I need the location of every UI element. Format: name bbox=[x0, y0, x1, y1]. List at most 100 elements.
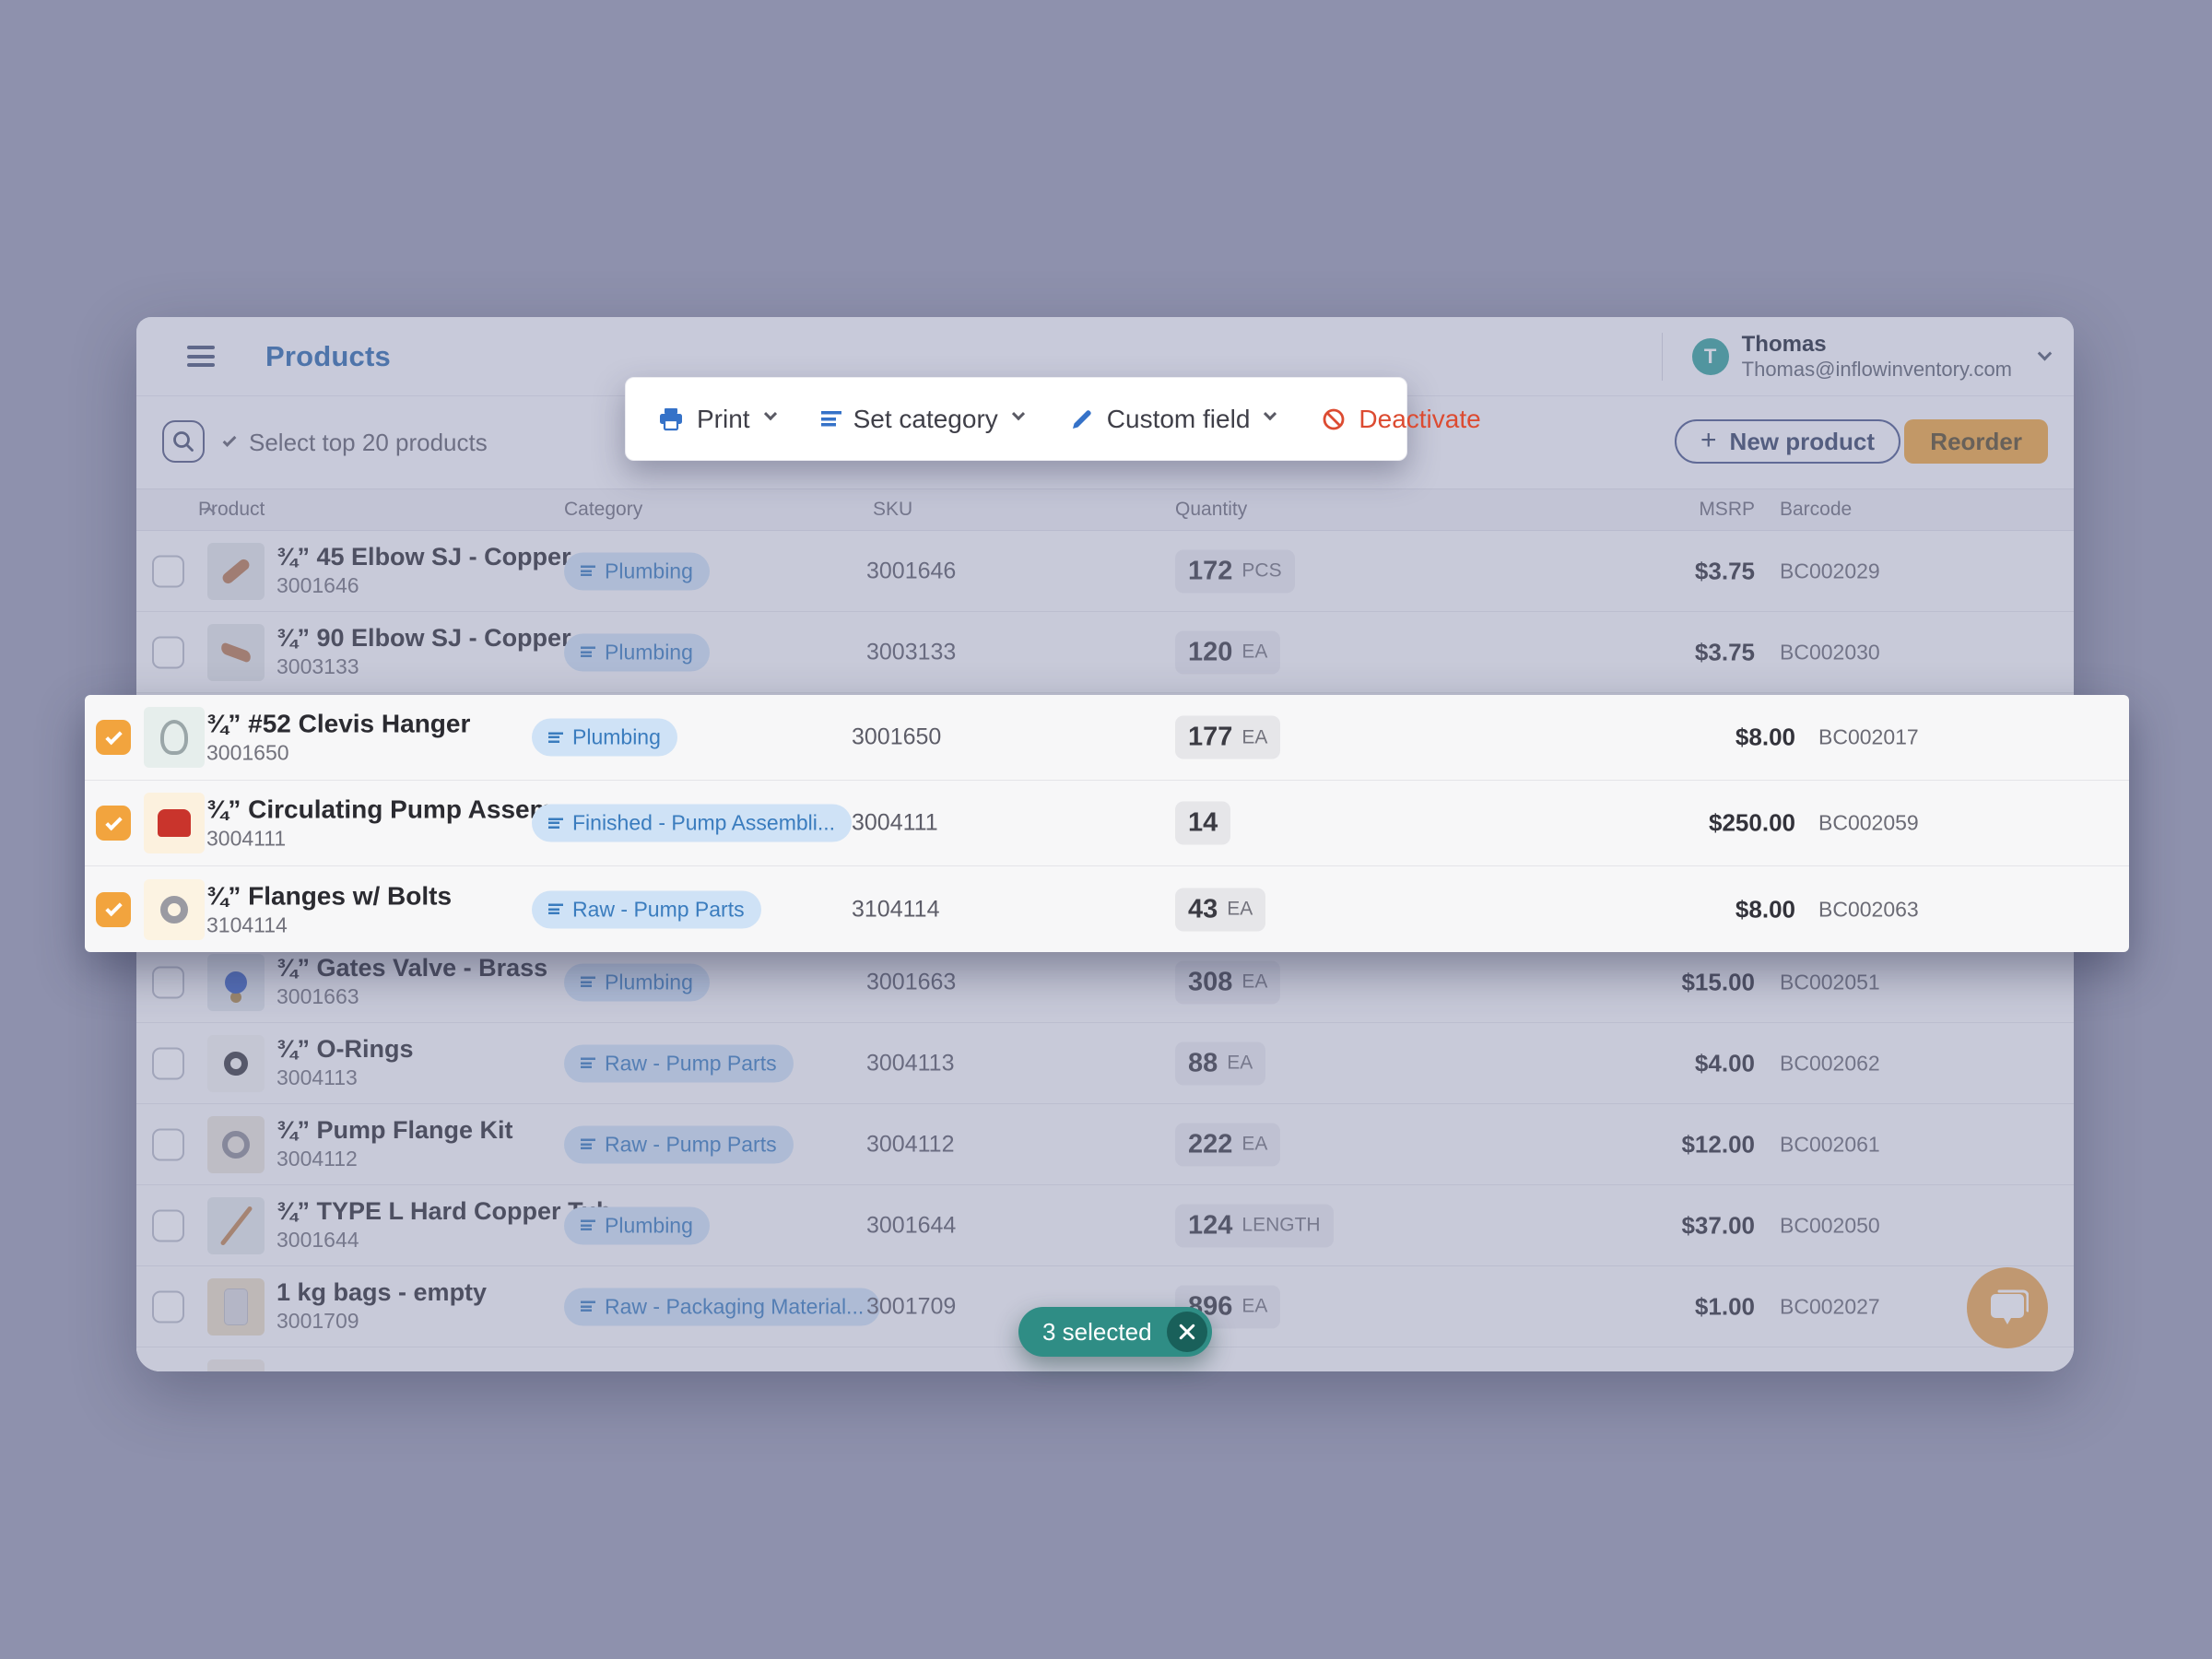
product-image bbox=[207, 543, 265, 600]
category-chip[interactable]: Finished - Pump Assembli... bbox=[532, 805, 852, 842]
row-checkbox-checked[interactable] bbox=[96, 892, 131, 927]
product-image bbox=[207, 1359, 265, 1372]
check-icon bbox=[223, 433, 237, 447]
menu-icon[interactable] bbox=[187, 346, 215, 368]
chat-icon bbox=[1986, 1288, 2029, 1328]
quantity-badge: 14 bbox=[1175, 802, 1230, 845]
table-row[interactable]: ¾” Gates Valve - Brass3001663 Plumbing 3… bbox=[136, 942, 2074, 1023]
chevron-down-icon bbox=[1012, 407, 1025, 420]
table-header: Product Category SKU Quantity MSRP Barco… bbox=[136, 488, 2074, 531]
category-chip[interactable]: Raw - Pump Parts bbox=[564, 1125, 794, 1163]
selected-row[interactable]: ¾” Circulating Pump Assem...3004111 Fini… bbox=[85, 781, 2129, 866]
column-sku[interactable]: SKU bbox=[873, 499, 912, 521]
chevron-down-icon bbox=[764, 407, 777, 420]
row-checkbox[interactable] bbox=[152, 636, 184, 668]
product-image bbox=[207, 1197, 265, 1254]
header-divider bbox=[1662, 333, 1663, 381]
quantity-badge: 222EA bbox=[1175, 1123, 1280, 1166]
row-checkbox-checked[interactable] bbox=[96, 720, 131, 755]
category-icon bbox=[581, 1220, 595, 1231]
table-row[interactable]: ¾” Pump Flange Kit3004112 Raw - Pump Par… bbox=[136, 1104, 2074, 1185]
check-icon bbox=[105, 813, 122, 830]
select-top-hint[interactable]: Select top 20 products bbox=[223, 396, 488, 488]
plus-icon: + bbox=[1700, 427, 1717, 454]
category-chip[interactable]: Plumbing bbox=[532, 719, 677, 757]
table-row[interactable]: ¾” 90 Elbow SJ - Copper3003133 Plumbing … bbox=[136, 612, 2074, 693]
category-icon bbox=[548, 904, 563, 915]
row-checkbox[interactable] bbox=[152, 1290, 184, 1323]
new-product-button[interactable]: + New product bbox=[1675, 419, 1900, 464]
selected-row[interactable]: ¾” #52 Clevis Hanger3001650 Plumbing 300… bbox=[85, 695, 2129, 781]
printer-icon bbox=[657, 406, 685, 433]
category-icon bbox=[581, 566, 595, 577]
category-icon bbox=[548, 732, 563, 743]
selected-row[interactable]: ¾” Flanges w/ Bolts3104114 Raw - Pump Pa… bbox=[85, 866, 2129, 952]
category-chip[interactable]: Raw - Packaging Material... bbox=[564, 1288, 880, 1325]
chat-button[interactable] bbox=[1967, 1267, 2048, 1348]
category-chip[interactable]: Plumbing bbox=[564, 552, 710, 590]
row-checkbox[interactable] bbox=[152, 555, 184, 587]
product-image bbox=[207, 1116, 265, 1173]
user-menu[interactable]: T Thomas Thomas@inflowinventory.com bbox=[1662, 317, 2050, 395]
row-checkbox[interactable] bbox=[152, 966, 184, 998]
avatar: T bbox=[1692, 338, 1729, 375]
product-image bbox=[207, 1278, 265, 1335]
column-barcode[interactable]: Barcode bbox=[1780, 499, 1852, 521]
desktop-background: Products T Thomas Thomas@inflowinventory… bbox=[0, 0, 2212, 1659]
column-category[interactable]: Category bbox=[564, 499, 642, 521]
category-icon bbox=[581, 647, 595, 658]
selected-rows-panel: ¾” #52 Clevis Hanger3001650 Plumbing 300… bbox=[85, 695, 2129, 952]
category-chip[interactable]: Plumbing bbox=[564, 963, 710, 1001]
category-icon bbox=[581, 1058, 595, 1069]
category-chip[interactable]: Plumbing bbox=[564, 1206, 710, 1244]
quantity-badge: 124LENGTH bbox=[1175, 1204, 1334, 1247]
search-button[interactable] bbox=[162, 420, 205, 463]
set-category-button[interactable]: Set category bbox=[821, 405, 1023, 434]
table-row[interactable]: ¾” O-Rings3004113 Raw - Pump Parts 30041… bbox=[136, 1023, 2074, 1104]
category-chip[interactable]: Raw - Pump Parts bbox=[564, 1044, 794, 1082]
deactivate-button[interactable]: Deactivate bbox=[1321, 405, 1480, 434]
page-title: Products bbox=[265, 340, 391, 373]
category-icon bbox=[581, 1301, 595, 1312]
category-icon bbox=[581, 1139, 595, 1150]
quantity-badge: 172PCS bbox=[1175, 549, 1295, 593]
selection-count-label: 3 selected bbox=[1042, 1318, 1152, 1347]
row-checkbox[interactable] bbox=[152, 1128, 184, 1160]
row-checkbox[interactable] bbox=[152, 1209, 184, 1241]
user-email: Thomas@inflowinventory.com bbox=[1742, 358, 2012, 381]
table-row[interactable]: ¾” 45 Elbow SJ - Copper3001646 Plumbing … bbox=[136, 531, 2074, 612]
pencil-icon bbox=[1069, 406, 1095, 432]
product-image bbox=[207, 624, 265, 681]
clear-selection-button[interactable] bbox=[1167, 1312, 1207, 1352]
category-chip[interactable]: Plumbing bbox=[564, 633, 710, 671]
product-image bbox=[207, 1035, 265, 1092]
category-chip[interactable]: Raw - Pump Parts bbox=[532, 890, 761, 928]
custom-field-button[interactable]: Custom field bbox=[1069, 405, 1276, 434]
column-msrp[interactable]: MSRP bbox=[1699, 499, 1755, 521]
category-icon bbox=[548, 818, 563, 829]
column-product[interactable]: Product bbox=[198, 499, 216, 521]
row-checkbox-checked[interactable] bbox=[96, 806, 131, 841]
quantity-badge: 120EA bbox=[1175, 630, 1280, 674]
print-button[interactable]: Print bbox=[657, 405, 775, 434]
product-image bbox=[144, 793, 205, 853]
product-image bbox=[207, 954, 265, 1011]
search-icon bbox=[171, 429, 196, 454]
product-image bbox=[144, 879, 205, 940]
ban-icon bbox=[1321, 406, 1347, 432]
column-quantity[interactable]: Quantity bbox=[1175, 499, 1247, 521]
set-category-icon bbox=[821, 411, 841, 427]
reorder-button[interactable]: Reorder bbox=[1904, 419, 2048, 464]
bulk-action-toolbar: Print Set category Custom field Deactiva… bbox=[625, 377, 1407, 461]
row-checkbox[interactable] bbox=[152, 1047, 184, 1079]
quantity-badge: 308EA bbox=[1175, 960, 1280, 1004]
quantity-badge: 177EA bbox=[1175, 716, 1280, 759]
check-icon bbox=[105, 900, 122, 916]
chevron-down-icon bbox=[1264, 407, 1277, 420]
selection-count-pill: 3 selected bbox=[1018, 1307, 1212, 1357]
quantity-badge: 43EA bbox=[1175, 888, 1265, 931]
table-row[interactable]: ¾” TYPE L Hard Copper Tub...3001644 Plum… bbox=[136, 1185, 2074, 1266]
category-icon bbox=[581, 977, 595, 988]
check-icon bbox=[105, 727, 122, 744]
product-image bbox=[144, 707, 205, 768]
